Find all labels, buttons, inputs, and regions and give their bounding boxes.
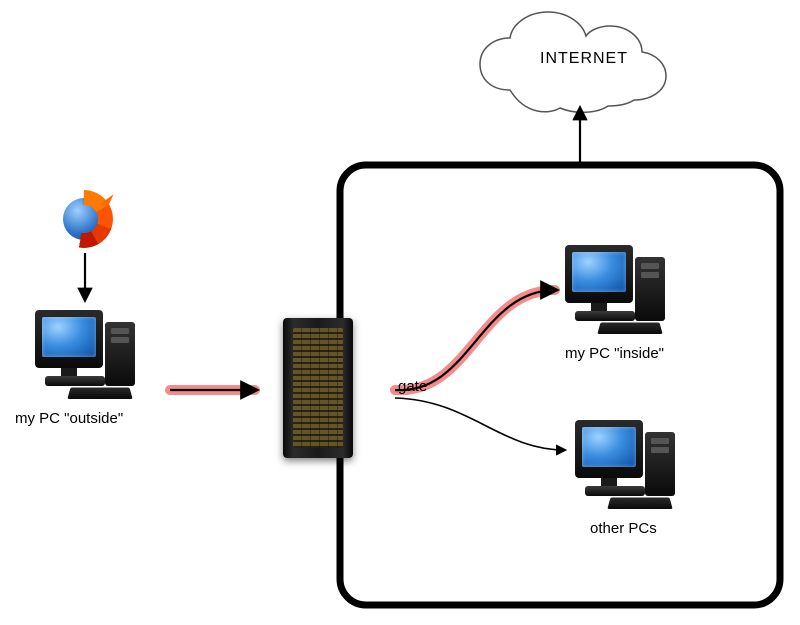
other-pcs-label: other PCs (590, 520, 657, 537)
internet-label: INTERNET (540, 50, 628, 68)
outside-pc-icon (35, 310, 145, 400)
other-pcs-icon (575, 420, 685, 510)
arrow-gate-to-other-pcs (395, 398, 565, 450)
network-diagram: INTERNET my PC "outside" gate my PC "ins… (0, 0, 800, 625)
gate-label: gate (398, 378, 427, 395)
outside-pc-label: my PC "outside" (15, 410, 123, 427)
server-rack-icon (283, 318, 353, 458)
arrow-gate-to-inside-pc (395, 290, 556, 390)
inside-pc-label: my PC "inside" (565, 345, 664, 362)
inside-pc-icon (565, 245, 675, 335)
firefox-icon (55, 190, 113, 248)
